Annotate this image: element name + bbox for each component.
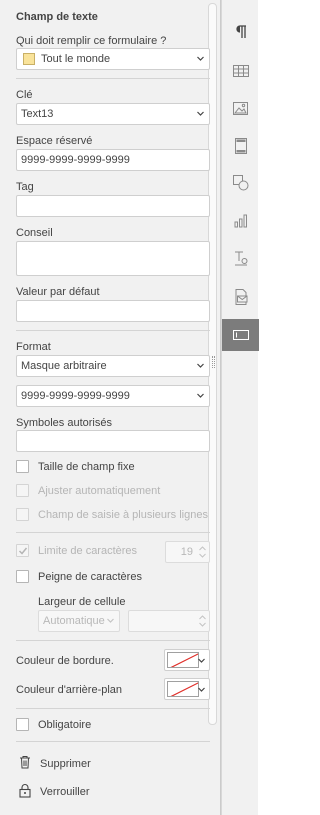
cell-width-label: Largeur de cellule: [38, 596, 126, 608]
trash-icon: [20, 756, 30, 769]
placeholder-input[interactable]: 9999-9999-9999-9999: [16, 149, 210, 171]
shape-icon: [232, 175, 248, 191]
cell-width-select[interactable]: Automatique: [38, 610, 120, 632]
hint-textarea[interactable]: [16, 241, 210, 276]
chevron-down-icon: [197, 56, 204, 61]
chevron-down-icon: [198, 658, 205, 663]
text-art-icon: [234, 251, 248, 266]
format-select[interactable]: Masque arbitraire: [16, 355, 210, 377]
comb-checkbox[interactable]: [16, 570, 29, 583]
format-label: Format: [16, 341, 51, 353]
who-fills-value: Tout le monde: [41, 53, 111, 65]
divider: [16, 708, 210, 709]
cell-width-spinner[interactable]: [128, 610, 210, 632]
form-field-icon: [232, 330, 249, 340]
fixed-size-label: Taille de champ fixe: [38, 461, 135, 473]
chart-settings-button[interactable]: [222, 205, 259, 237]
shape-settings-button[interactable]: [222, 167, 259, 199]
bg-color-picker[interactable]: [164, 678, 210, 700]
form-field-settings-button[interactable]: [222, 319, 259, 351]
key-label: Clé: [16, 89, 33, 101]
chevron-down-icon: [197, 111, 204, 116]
who-fills-label: Qui doit remplir ce formulaire ?: [16, 35, 167, 47]
delete-label: Supprimer: [40, 758, 91, 770]
tag-label: Tag: [16, 181, 34, 193]
divider: [16, 78, 210, 79]
no-color-swatch: [167, 652, 199, 668]
form-settings-panel: Champ de texte Qui doit remplir ce formu…: [0, 0, 221, 815]
autofit-checkbox[interactable]: [16, 484, 29, 497]
chart-icon: [234, 214, 247, 228]
cell-width-value: Automatique: [43, 615, 105, 627]
who-fills-select[interactable]: Tout le monde: [16, 48, 210, 70]
required-checkbox[interactable]: [16, 718, 29, 731]
paragraph-settings-button[interactable]: [222, 16, 259, 48]
divider: [16, 741, 210, 742]
hint-label: Conseil: [16, 227, 53, 239]
chevron-down-icon: [197, 393, 204, 398]
header-footer-icon: [234, 138, 247, 154]
no-color-icon: [170, 682, 198, 696]
key-value: Text13: [21, 108, 54, 120]
table-icon: [232, 65, 249, 77]
spinner-arrows-icon: [199, 615, 206, 627]
format-value: Masque arbitraire: [21, 360, 107, 372]
lock-icon: [19, 784, 31, 798]
checkmark-icon: [18, 547, 28, 555]
panel-title: Champ de texte: [16, 11, 98, 23]
default-value-input[interactable]: [16, 300, 210, 322]
chevron-down-icon: [198, 687, 205, 692]
table-settings-button[interactable]: [222, 55, 259, 87]
header-footer-settings-button[interactable]: [222, 130, 259, 162]
allowed-symbols-input[interactable]: [16, 430, 210, 452]
bg-color-label: Couleur d'arrière-plan: [16, 684, 123, 696]
no-color-icon: [170, 653, 198, 667]
fixed-size-checkbox[interactable]: [16, 460, 29, 473]
multiline-checkbox[interactable]: [16, 508, 29, 521]
text-art-settings-button[interactable]: [222, 243, 259, 275]
divider: [16, 640, 210, 641]
right-toolbar: [221, 0, 259, 815]
comb-label: Peigne de caractères: [38, 571, 142, 583]
char-limit-spinner[interactable]: 19: [165, 541, 210, 563]
lock-button[interactable]: Verrouiller: [14, 781, 114, 801]
chevron-down-icon: [107, 618, 114, 623]
key-select[interactable]: Text13: [16, 103, 210, 125]
default-value-label: Valeur par défaut: [16, 286, 100, 298]
role-color-swatch: [23, 53, 35, 65]
paragraph-icon: [235, 25, 246, 38]
mask-select[interactable]: 9999-9999-9999-9999: [16, 385, 210, 407]
tag-input[interactable]: [16, 195, 210, 217]
mail-merge-settings-button[interactable]: [222, 281, 259, 313]
border-color-label: Couleur de bordure.: [16, 655, 114, 667]
delete-button[interactable]: Supprimer: [14, 753, 114, 773]
char-limit-label: Limite de caractères: [38, 545, 138, 557]
no-color-swatch: [167, 681, 199, 697]
multiline-label: Champ de saisie à plusieurs lignes: [38, 509, 208, 521]
char-limit-checkbox[interactable]: [16, 544, 29, 557]
char-limit-value: 19: [180, 546, 193, 558]
divider: [16, 330, 210, 331]
mask-value: 9999-9999-9999-9999: [21, 390, 130, 402]
placeholder-label: Espace réservé: [16, 135, 93, 147]
divider: [16, 532, 210, 533]
resize-grip[interactable]: [212, 356, 215, 368]
border-color-picker[interactable]: [164, 649, 210, 671]
chevron-down-icon: [197, 363, 204, 368]
lock-label: Verrouiller: [40, 786, 90, 798]
image-icon: [233, 101, 248, 115]
allowed-symbols-label: Symboles autorisés: [16, 417, 112, 429]
required-label: Obligatoire: [38, 719, 92, 731]
mail-merge-icon: [235, 289, 247, 305]
image-settings-button[interactable]: [222, 92, 259, 124]
autofit-label: Ajuster automatiquement: [38, 485, 161, 497]
spinner-arrows-icon: [199, 546, 206, 558]
